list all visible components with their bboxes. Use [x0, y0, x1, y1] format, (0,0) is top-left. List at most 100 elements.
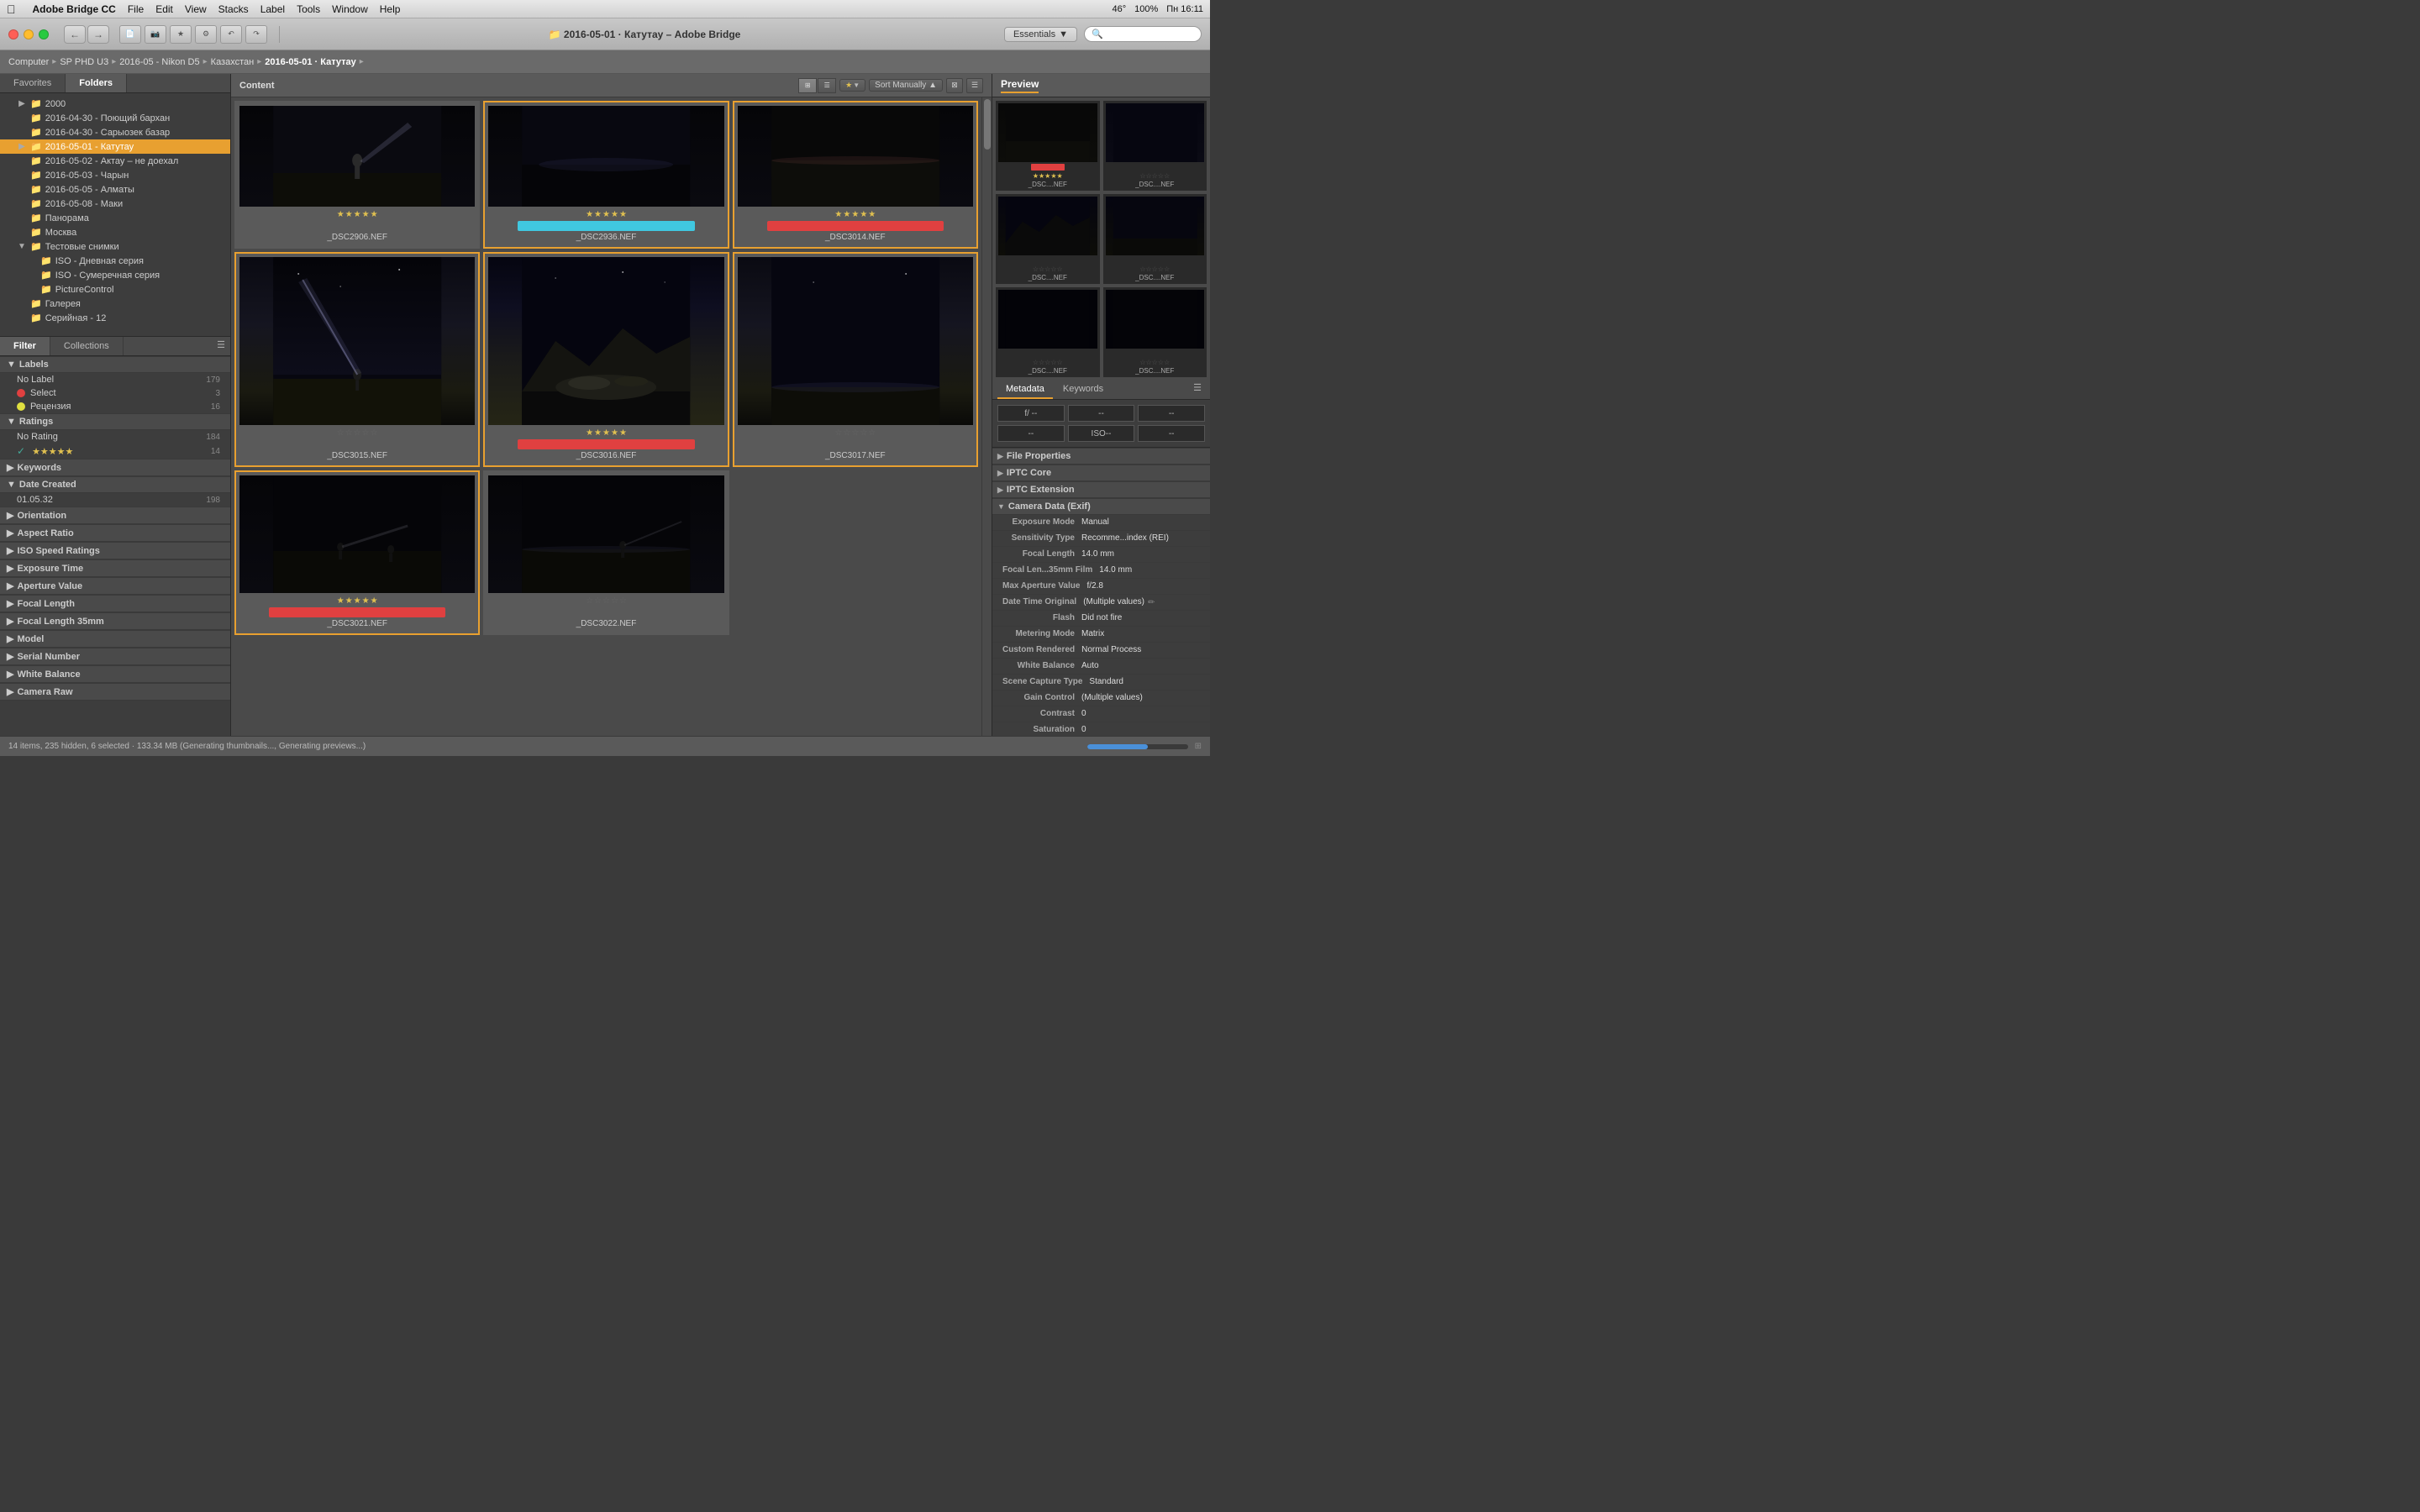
thumbnail-DSC3016[interactable]: ⊞ [483, 252, 729, 467]
open-in-camera-raw-btn[interactable]: ⚙ [195, 25, 217, 44]
thumbnail-DSC2906[interactable]: ★★★★★ _DSC2906.NEF [234, 101, 480, 249]
thumbnail-size-btn[interactable]: ⊠ [946, 78, 963, 93]
get-photos-btn[interactable]: 📷 [145, 25, 166, 44]
folder-galereya[interactable]: 📁 Галерея [0, 297, 230, 311]
tab-favorites[interactable]: Favorites [0, 74, 66, 92]
menu-file[interactable]: File [128, 3, 144, 15]
thumbnail-DSC3015[interactable]: ⊞ [234, 252, 480, 467]
filter-options-btn[interactable]: ☰ [212, 337, 230, 355]
model-section-header[interactable]: ▶ Model [0, 630, 230, 648]
file-properties-header[interactable]: ▶ File Properties [992, 448, 1210, 465]
breadcrumb-item-sp[interactable]: SP PHD U3 [60, 57, 108, 67]
labels-section-header[interactable]: ▼ Labels [0, 356, 230, 373]
apple-menu[interactable]:  [7, 3, 16, 16]
folder-2016-05-01-katutau[interactable]: ▶ 📁 2016-05-01 - Катутау [0, 139, 230, 154]
thumbnail-DSC3017[interactable]: ⊞ ☆☆☆☆☆ [733, 252, 978, 467]
aperture-section-header[interactable]: ▶ Aperture Value [0, 577, 230, 595]
content-scrollbar[interactable] [981, 97, 992, 736]
menu-window[interactable]: Window [332, 3, 368, 15]
menu-tools[interactable]: Tools [297, 3, 320, 15]
thumbnail-DSC3021[interactable]: ★★★★★ _DSC3021.NEF [234, 470, 480, 635]
thumbnail-DSC3022[interactable]: ☆☆☆☆☆ _DSC3022.NEF [483, 470, 729, 635]
preview-cell-5[interactable]: ☆☆☆☆☆ _DSC....NEF [996, 287, 1100, 377]
list-view-btn[interactable]: ☰ [818, 78, 836, 93]
date-created-section-header[interactable]: ▼ Date Created [0, 476, 230, 493]
meta-field-wb[interactable]: -- [997, 425, 1065, 442]
folder-2016-05-08-maki[interactable]: 📁 2016-05-08 - Маки [0, 197, 230, 211]
iptc-extension-header[interactable]: ▶ IPTC Extension [992, 481, 1210, 498]
menu-label[interactable]: Label [260, 3, 285, 15]
wb-section-header[interactable]: ▶ White Balance [0, 665, 230, 683]
filter-no-rating[interactable]: No Rating 184 [0, 430, 230, 444]
tab-collections[interactable]: Collections [50, 337, 124, 355]
meta-field-shutter[interactable]: -- [1068, 405, 1135, 422]
grid-view-btn[interactable]: ⊞ [798, 78, 817, 93]
folder-picturecontrol[interactable]: 📁 PictureControl [0, 282, 230, 297]
serial-section-header[interactable]: ▶ Serial Number [0, 648, 230, 665]
refine-btn[interactable]: ★ [170, 25, 192, 44]
maximize-button[interactable] [39, 29, 49, 39]
sort-button[interactable]: Sort Manually ▲ [869, 79, 943, 92]
menu-edit[interactable]: Edit [155, 3, 173, 15]
folder-panorama[interactable]: 📁 Панорама [0, 211, 230, 225]
aspect-ratio-section-header[interactable]: ▶ Aspect Ratio [0, 524, 230, 542]
forward-button[interactable]: → [87, 25, 109, 44]
menu-help[interactable]: Help [380, 3, 401, 15]
folder-2016-05-03-charyn[interactable]: 📁 2016-05-03 - Чарын [0, 168, 230, 182]
preview-cell-2[interactable]: ☆☆☆☆☆ _DSC....NEF [1103, 101, 1207, 191]
iptc-core-header[interactable]: ▶ IPTC Core [992, 465, 1210, 481]
folder-iso-day[interactable]: 📁 ISO - Дневная серия [0, 254, 230, 268]
menu-stacks[interactable]: Stacks [218, 3, 249, 15]
reveal-in-finder-btn[interactable]: 📄 [119, 25, 141, 44]
folder-seriynaya[interactable]: 📁 Серийная - 12 [0, 311, 230, 325]
preview-cell-6[interactable]: ☆☆☆☆☆ _DSC....NEF [1103, 287, 1207, 377]
essentials-button[interactable]: Essentials ▼ [1004, 27, 1077, 42]
tab-keywords[interactable]: Keywords [1055, 381, 1112, 399]
folder-2016-05-05-almaty[interactable]: 📁 2016-05-05 - Алматы [0, 182, 230, 197]
undo-btn[interactable]: ↶ [220, 25, 242, 44]
tab-preview[interactable]: Preview [1001, 78, 1039, 93]
menu-view[interactable]: View [185, 3, 207, 15]
edit-date-icon[interactable]: ✏ [1148, 597, 1158, 607]
tab-metadata[interactable]: Metadata [997, 381, 1053, 399]
folder-2016-05-02-aktau[interactable]: 📁 2016-05-02 - Актау – не доехал [0, 154, 230, 168]
search-input[interactable]: 🔍 [1084, 26, 1202, 42]
tab-folders[interactable]: Folders [66, 74, 127, 92]
preview-cell-3[interactable]: ☆☆☆☆☆ _DSC....NEF [996, 194, 1100, 284]
meta-field-f[interactable]: f/ -- [997, 405, 1065, 422]
meta-field-ev[interactable]: -- [1138, 405, 1205, 422]
folder-iso-twilight[interactable]: 📁 ISO - Сумеречная серия [0, 268, 230, 282]
folder-2000[interactable]: ▶ 📁 2000 [0, 97, 230, 111]
scrollbar-thumb[interactable] [984, 99, 991, 150]
view-options-btn[interactable]: ☰ [966, 78, 983, 93]
thumbnail-DSC2936[interactable]: ★★★★★ _DSC2936.NEF [483, 101, 729, 249]
meta-field-flash[interactable]: -- [1138, 425, 1205, 442]
breadcrumb-item-current[interactable]: 2016-05-01 · Катутау [265, 57, 356, 67]
folder-2016-04-30-bazar[interactable]: 📁 2016-04-30 - Сарыозек базар [0, 125, 230, 139]
preview-cell-4[interactable]: ☆☆☆☆☆ _DSC....NEF [1103, 194, 1207, 284]
folder-2016-04-30-barchan[interactable]: 📁 2016-04-30 - Поющий бархан [0, 111, 230, 125]
redo-btn[interactable]: ↷ [245, 25, 267, 44]
cameraraw-section-header[interactable]: ▶ Camera Raw [0, 683, 230, 701]
meta-field-iso[interactable]: ISO-- [1068, 425, 1135, 442]
ratings-section-header[interactable]: ▼ Ratings [0, 413, 230, 430]
menu-app-name[interactable]: Adobe Bridge CC [33, 3, 116, 15]
filter-5stars[interactable]: ✓ ★★★★★ 14 [0, 444, 230, 459]
filter-no-label[interactable]: No Label 179 [0, 373, 230, 386]
folder-testovye[interactable]: ▼ 📁 Тестовые снимки [0, 239, 230, 254]
exposure-section-header[interactable]: ▶ Exposure Time [0, 559, 230, 577]
close-button[interactable] [8, 29, 18, 39]
minimize-button[interactable] [24, 29, 34, 39]
focal-length-section-header[interactable]: ▶ Focal Length [0, 595, 230, 612]
breadcrumb-item-2016[interactable]: 2016-05 - Nikon D5 [119, 57, 199, 67]
focal-35-section-header[interactable]: ▶ Focal Length 35mm [0, 612, 230, 630]
filter-date-01[interactable]: 01.05.32 198 [0, 493, 230, 507]
preview-cell-1[interactable]: ★★★★★ _DSC....NEF [996, 101, 1100, 191]
iso-section-header[interactable]: ▶ ISO Speed Ratings [0, 542, 230, 559]
breadcrumb-item-kaz[interactable]: Казахстан [211, 57, 255, 67]
filter-select[interactable]: Select 3 [0, 386, 230, 400]
rating-filter-btn[interactable]: ★ ▼ [839, 79, 865, 92]
filter-recenziya[interactable]: Рецензия 16 [0, 400, 230, 413]
metadata-options-btn[interactable]: ☰ [1190, 381, 1205, 399]
folder-moskva[interactable]: 📁 Москва [0, 225, 230, 239]
